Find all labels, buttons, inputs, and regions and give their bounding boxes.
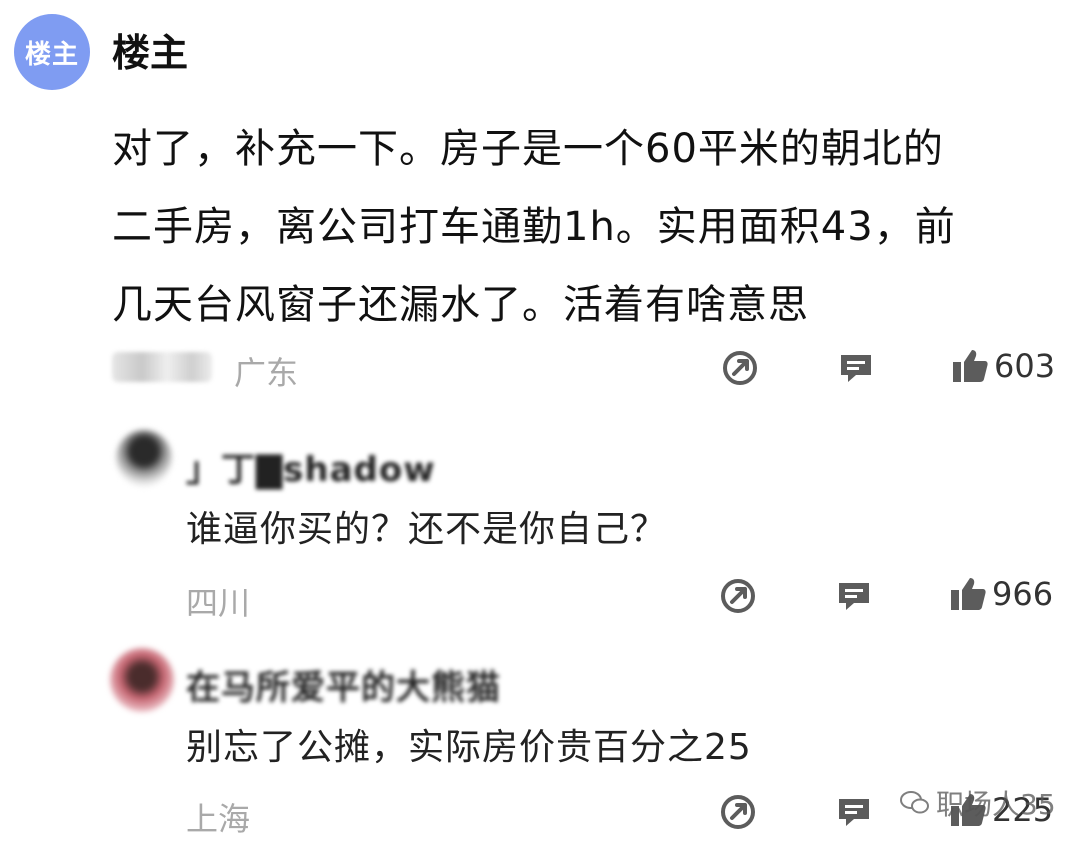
op-avatar[interactable]: 楼主: [14, 14, 90, 90]
comment-button[interactable]: [834, 792, 874, 836]
like-button[interactable]: 966: [948, 574, 1053, 614]
post-date-blurred: [112, 352, 212, 382]
wechat-icon: [900, 791, 929, 814]
post-body: 对了，补充一下。房子是一个60平米的朝北的 二手房，离公司打车通勤1h。实用面积…: [112, 110, 1042, 344]
reply-location: 四川: [186, 584, 251, 622]
post-line: 二手房，离公司打车通勤1h。实用面积43，前: [112, 204, 956, 250]
reply-text: 别忘了公摊，实际房价贵百分之25: [186, 727, 752, 768]
watermark-text: 职场人35: [936, 788, 1056, 821]
reply-avatar[interactable]: [116, 430, 172, 486]
share-button[interactable]: [718, 576, 758, 620]
share-icon: [721, 795, 755, 829]
like-button[interactable]: 603: [950, 346, 1055, 386]
op-author-name[interactable]: 楼主: [112, 22, 188, 77]
share-icon: [721, 579, 755, 613]
thumbs-up-icon: [951, 578, 986, 610]
share-button[interactable]: [718, 792, 758, 836]
reply-avatar[interactable]: [110, 648, 174, 712]
reply-location: 上海: [186, 800, 251, 838]
post-location: 广东: [234, 354, 299, 392]
reply-text: 谁逼你买的？还不是你自己？: [186, 509, 668, 550]
like-count: 603: [994, 347, 1056, 385]
reply-author-name[interactable]: 在马所爱平的大熊猫: [186, 660, 501, 709]
comment-icon: [839, 799, 869, 826]
share-icon: [723, 351, 757, 385]
watermark: 职场人35: [900, 783, 1056, 823]
comment-button[interactable]: [836, 348, 876, 392]
op-avatar-label: 楼主: [24, 39, 79, 70]
post-line: 几天台风窗子还漏水了。活着有啥意思: [112, 282, 809, 328]
comment-icon: [841, 355, 871, 382]
thumbs-up-icon: [953, 350, 988, 382]
reply-author-name[interactable]: 」丁▇shadow: [186, 442, 436, 491]
share-button[interactable]: [720, 348, 760, 392]
comment-button[interactable]: [834, 576, 874, 620]
comment-icon: [839, 583, 869, 610]
like-count: 966: [992, 575, 1054, 613]
post-line: 对了，补充一下。房子是一个60平米的朝北的: [112, 126, 944, 172]
